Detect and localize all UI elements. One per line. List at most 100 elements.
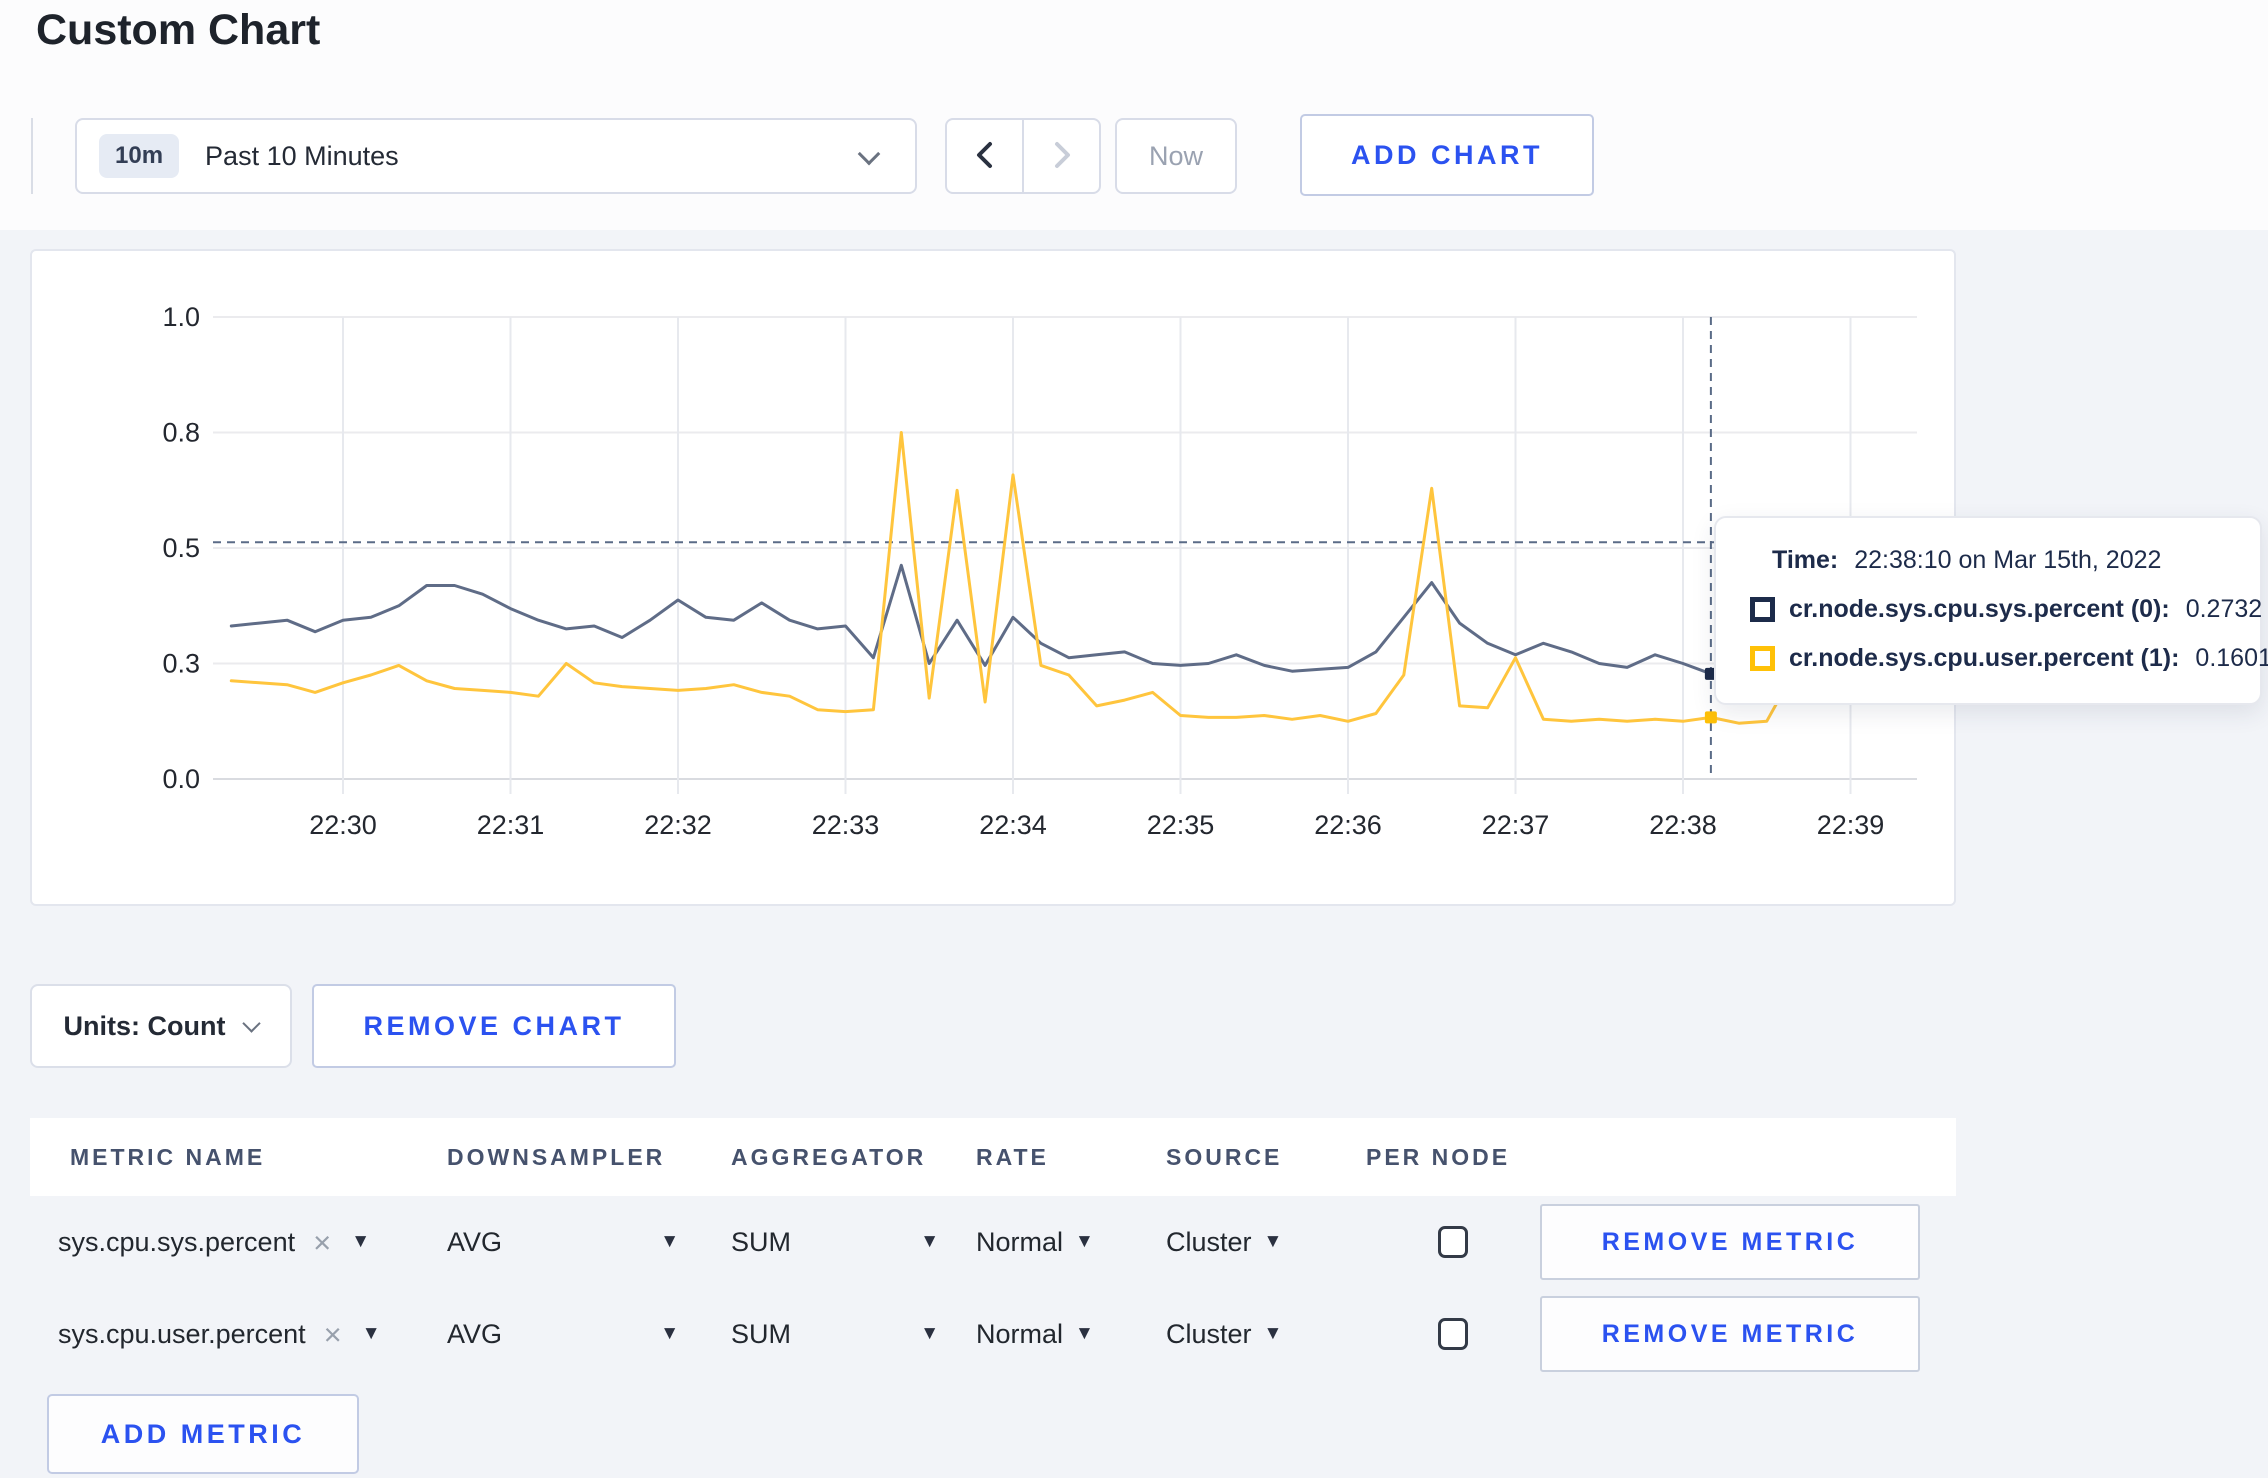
caret-down-icon: ▼ [1263,1231,1283,1252]
metrics-table-header: METRIC NAME DOWNSAMPLER AGGREGATOR RATE … [30,1118,1956,1196]
caret-down-icon: ▼ [1075,1323,1094,1344]
tooltip-series-row: cr.node.sys.cpu.sys.percent (0): 0.2732 [1750,595,2262,624]
column-header-source: SOURCE [1166,1143,1283,1170]
tooltip-time-label: Time: [1772,546,1839,574]
series-sys-swatch-icon [1750,597,1775,622]
toolbar-divider [31,118,33,194]
chevron-down-icon [857,142,881,166]
x-tick-label: 22:37 [1482,810,1550,840]
remove-chart-button[interactable]: REMOVE CHART [312,984,676,1068]
x-tick-label: 22:31 [477,810,545,840]
caret-down-icon: ▼ [920,1323,939,1344]
aggregator-value: SUM [731,1318,791,1349]
tooltip-time-row: Time: 22:38:10 on Mar 15th, 2022 [1750,546,2226,575]
units-label: Units: Count [63,1010,226,1041]
time-range-label: Past 10 Minutes [205,140,399,171]
line-chart[interactable]: 0.0 0.3 0.5 0.8 1.0 22:30 22:31 22:32 22:33 22:34… [32,251,1954,904]
metric-row: sys.cpu.user.percent × ▼ AVG ▼ SUM ▼ Nor… [30,1288,1956,1380]
per-node-cell [1366,1226,1540,1258]
rate-select[interactable]: Normal ▼ [976,1227,1166,1258]
metric-name-select[interactable]: sys.cpu.user.percent × ▼ [30,1319,447,1350]
caret-down-icon: ▼ [1075,1231,1094,1252]
time-prev-button[interactable] [947,120,1022,192]
x-tick-label: 22:36 [1314,810,1382,840]
x-tick-label: 22:39 [1817,810,1885,840]
metric-name-value: sys.cpu.sys.percent [58,1226,296,1257]
rate-value: Normal [976,1318,1064,1349]
downsampler-select[interactable]: AVG ▼ [447,1227,679,1258]
per-node-cell [1366,1318,1540,1350]
caret-down-icon: ▼ [1263,1323,1283,1344]
column-header-rate: RATE [976,1143,1049,1170]
tooltip-series-value: 0.2732 [2185,595,2263,623]
caret-down-icon: ▼ [660,1323,679,1344]
row-actions: REMOVE METRIC [1540,1204,1956,1280]
metric-name-select[interactable]: sys.cpu.sys.percent × ▼ [30,1227,447,1258]
metrics-table: METRIC NAME DOWNSAMPLER AGGREGATOR RATE … [30,1118,1956,1380]
clear-metric-icon[interactable]: × [313,1227,331,1258]
downsampler-value: AVG [447,1226,503,1257]
tooltip-series-row: cr.node.sys.cpu.user.percent (1): 0.1601 [1750,644,2268,673]
column-header-downsampler: DOWNSAMPLER [447,1143,666,1170]
series-line-user [229,431,1852,725]
y-tick-label: 0.5 [162,533,200,563]
downsampler-select[interactable]: AVG ▼ [447,1319,679,1350]
column-header-per-node: PER NODE [1366,1143,1511,1170]
caret-down-icon: ▼ [660,1231,679,1252]
source-value: Cluster [1166,1318,1252,1349]
chart-card: 0.0 0.3 0.5 0.8 1.0 22:30 22:31 22:32 22:33 22:34… [30,249,2268,906]
rate-value: Normal [976,1226,1064,1257]
metric-name-value: sys.cpu.user.percent [58,1318,306,1349]
x-tick-label: 22:34 [979,810,1047,840]
y-tick-label: 0.3 [162,649,200,679]
aggregator-select[interactable]: SUM ▼ [731,1319,939,1350]
row-actions: REMOVE METRIC [1540,1296,1956,1372]
time-pager [945,118,1101,194]
custom-chart-page: Custom Chart 10m Past 10 Minutes Now ADD… [0,0,2268,1478]
tooltip-time-value: 22:38:10 on Mar 15th, 2022 [1854,546,2162,574]
time-range-badge: 10m [99,134,180,178]
hover-point-marker-user [1704,711,1717,724]
x-tick-label: 22:38 [1649,810,1717,840]
page-title: Custom Chart [36,6,321,54]
aggregator-value: SUM [731,1226,791,1257]
x-tick-label: 22:30 [309,810,377,840]
x-tick-label: 22:32 [644,810,712,840]
y-tick-label: 0.0 [162,764,200,794]
source-select[interactable]: Cluster ▼ [1166,1227,1366,1258]
y-tick-label: 0.8 [162,418,200,448]
add-chart-button[interactable]: ADD CHART [1300,114,1594,196]
chevron-down-icon [242,1013,262,1033]
chart-tooltip: Time: 22:38:10 on Mar 15th, 2022 cr.node… [1714,516,2268,705]
x-tick-label: 22:33 [812,810,880,840]
remove-metric-button[interactable]: REMOVE METRIC [1540,1296,1920,1372]
caret-down-icon: ▼ [361,1323,381,1344]
per-node-checkbox[interactable] [1438,1318,1468,1350]
clear-metric-icon[interactable]: × [324,1319,342,1350]
metric-row: sys.cpu.sys.percent × ▼ AVG ▼ SUM ▼ Norm… [30,1196,1956,1288]
units-select[interactable]: Units: Count [30,984,292,1068]
column-header-metric-name: METRIC NAME [70,1143,266,1170]
source-select[interactable]: Cluster ▼ [1166,1319,1366,1350]
caret-down-icon: ▼ [920,1231,939,1252]
time-next-button[interactable] [1022,120,1099,192]
per-node-checkbox[interactable] [1438,1226,1468,1258]
chevron-left-icon [972,140,998,173]
tooltip-series-value: 0.1601 [2195,644,2268,672]
add-metric-button[interactable]: ADD METRIC [47,1394,359,1474]
remove-metric-button[interactable]: REMOVE METRIC [1540,1204,1920,1280]
aggregator-select[interactable]: SUM ▼ [731,1227,939,1258]
time-range-select[interactable]: 10m Past 10 Minutes [75,118,917,194]
caret-down-icon: ▼ [351,1231,371,1252]
now-button[interactable]: Now [1115,118,1237,194]
downsampler-value: AVG [447,1318,503,1349]
x-tick-label: 22:35 [1147,810,1215,840]
tooltip-series-label: cr.node.sys.cpu.user.percent (1): [1789,644,2180,672]
y-tick-label: 1.0 [162,302,200,332]
column-header-aggregator: AGGREGATOR [731,1143,927,1170]
series-user-swatch-icon [1750,646,1775,671]
chevron-right-icon [1049,140,1075,173]
tooltip-series-label: cr.node.sys.cpu.sys.percent (0): [1789,595,2170,623]
source-value: Cluster [1166,1226,1252,1257]
rate-select[interactable]: Normal ▼ [976,1319,1166,1350]
